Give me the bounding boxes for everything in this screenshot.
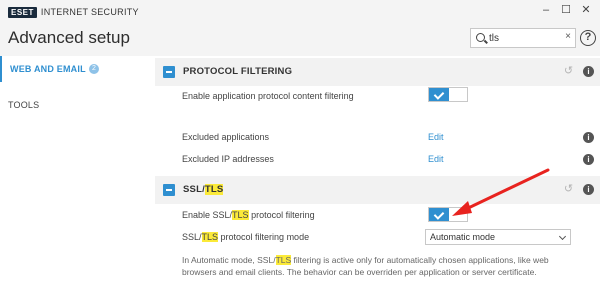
section-title: PROTOCOL FILTERING	[183, 66, 293, 77]
sidebar-item-web-and-email[interactable]: WEB AND EMAIL 2	[0, 56, 155, 82]
setting-label: Excluded IP addresses	[182, 154, 274, 164]
revert-icon[interactable]: ↺	[563, 66, 574, 77]
minimize-icon[interactable]: –	[540, 4, 552, 16]
edit-excluded-ip-link[interactable]: Edit	[428, 154, 444, 164]
help-icon[interactable]: ?	[580, 30, 596, 46]
setting-label: Excluded applications	[182, 132, 270, 142]
info-icon[interactable]: i	[583, 154, 594, 165]
result-count-badge: 2	[89, 64, 99, 74]
setting-label: Enable SSL/TLS protocol filtering	[182, 210, 315, 220]
revert-icon[interactable]: ↺	[563, 184, 574, 195]
close-icon[interactable]: ✕	[580, 4, 592, 16]
eset-logo: ESET	[8, 6, 37, 18]
sidebar-item-tools[interactable]: TOOLS	[0, 92, 155, 118]
collapse-icon[interactable]	[163, 66, 175, 78]
check-icon	[429, 208, 449, 221]
search-input[interactable]	[489, 31, 559, 45]
content-filtering-toggle[interactable]	[428, 87, 468, 102]
chevron-down-icon	[558, 232, 567, 241]
app-name: INTERNET SECURITY	[40, 7, 139, 17]
filtering-mode-select[interactable]: Automatic mode	[425, 229, 571, 245]
maximize-icon[interactable]: ☐	[560, 4, 572, 16]
section-header-protocol-filtering[interactable]: PROTOCOL FILTERING ↺ i	[155, 58, 600, 86]
settings-panel: PROTOCOL FILTERING ↺ i Enable applicatio…	[155, 56, 600, 289]
search-box[interactable]: ×	[470, 28, 576, 48]
collapse-icon[interactable]	[163, 184, 175, 196]
search-icon	[476, 33, 485, 42]
select-value: Automatic mode	[430, 232, 496, 242]
info-icon[interactable]: i	[583, 132, 594, 143]
header: Advanced setup × ?	[0, 22, 600, 56]
clear-search-icon[interactable]: ×	[565, 31, 571, 42]
section-header-ssl-tls[interactable]: SSL/TLS ↺ i	[155, 176, 600, 204]
section-title: SSL/TLS	[183, 184, 224, 195]
page-title: Advanced setup	[8, 28, 130, 47]
ssl-tls-filtering-toggle[interactable]	[428, 207, 468, 222]
setting-label: Enable application protocol content filt…	[182, 91, 354, 101]
edit-excluded-applications-link[interactable]: Edit	[428, 132, 444, 142]
setting-label: SSL/TLS protocol filtering mode	[182, 232, 310, 242]
help-note: In Automatic mode, SSL/TLS filtering is …	[182, 255, 549, 277]
sidebar: WEB AND EMAIL 2 TOOLS	[0, 56, 155, 289]
info-icon[interactable]: i	[583, 184, 594, 195]
info-icon[interactable]: i	[583, 66, 594, 77]
sidebar-item-label: WEB AND EMAIL	[10, 64, 86, 74]
sidebar-item-label: TOOLS	[8, 100, 40, 110]
brand: ESET INTERNET SECURITY	[8, 6, 139, 18]
title-bar: ESET INTERNET SECURITY – ☐ ✕	[0, 0, 600, 22]
check-icon	[429, 88, 449, 101]
